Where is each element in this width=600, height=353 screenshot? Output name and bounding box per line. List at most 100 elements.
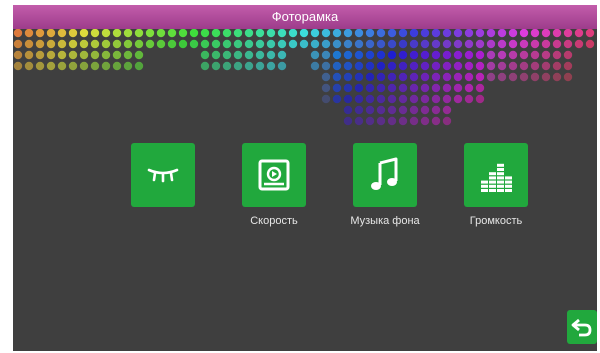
decorative-dot <box>24 29 34 38</box>
decorative-dot <box>376 116 386 126</box>
decorative-dot <box>68 39 78 49</box>
decorative-dot <box>497 61 507 71</box>
decorative-dot <box>134 61 144 71</box>
decorative-dot <box>277 61 287 71</box>
decorative-dot <box>552 29 562 38</box>
decorative-dot <box>475 94 485 104</box>
decorative-dot <box>277 50 287 60</box>
decorative-dot <box>222 39 232 49</box>
decorative-dot <box>101 39 111 49</box>
decorative-dot <box>497 72 507 82</box>
decorative-dot <box>79 50 89 60</box>
decorative-dot <box>431 83 441 93</box>
decorative-dot <box>112 29 122 38</box>
decorative-dot <box>409 29 419 38</box>
decorative-dot <box>365 29 375 38</box>
decorative-dot <box>376 50 386 60</box>
decorative-dot <box>112 61 122 71</box>
decorative-dot <box>497 50 507 60</box>
decorative-dot <box>233 61 243 71</box>
decorative-dot <box>530 72 540 82</box>
decorative-dot <box>420 116 430 126</box>
decorative-dot <box>563 50 573 60</box>
decorative-dot <box>486 61 496 71</box>
menu-item-music[interactable]: Музыка фона <box>335 143 435 227</box>
decorative-dot <box>233 39 243 49</box>
decorative-dot <box>123 29 133 38</box>
decorative-dot <box>13 61 23 71</box>
decorative-dot <box>156 39 166 49</box>
decorative-dot <box>354 29 364 38</box>
decorative-dot <box>398 29 408 38</box>
decorative-dot <box>244 61 254 71</box>
equalizer-bar-segment <box>497 184 504 188</box>
decorative-dot <box>409 94 419 104</box>
decorative-dot <box>508 61 518 71</box>
decorative-dot <box>431 116 441 126</box>
equalizer-bar-segment <box>497 189 504 192</box>
decorative-dot <box>387 50 397 60</box>
decorative-dot <box>475 29 485 38</box>
decorative-dot <box>46 29 56 38</box>
decorative-dot <box>431 61 441 71</box>
decorative-dot <box>211 39 221 49</box>
volume-tile[interactable] <box>464 143 528 207</box>
decorative-dot <box>376 72 386 82</box>
decorative-dot <box>255 39 265 49</box>
decorative-dot <box>376 83 386 93</box>
speed-tile[interactable] <box>242 143 306 207</box>
decorative-dot <box>376 29 386 38</box>
decorative-dot <box>343 105 353 115</box>
decorative-dot <box>365 83 375 93</box>
decorative-dot <box>453 61 463 71</box>
equalizer-bar-segment <box>497 180 504 184</box>
decorative-dot <box>398 83 408 93</box>
decorative-dot <box>563 61 573 71</box>
decorative-dot <box>244 39 254 49</box>
screensaver-tile[interactable] <box>131 143 195 207</box>
decorative-dot <box>453 39 463 49</box>
decorative-dot <box>200 61 210 71</box>
decorative-dot <box>343 94 353 104</box>
decorative-dot <box>343 83 353 93</box>
decorative-dot <box>343 116 353 126</box>
decorative-dot <box>354 105 364 115</box>
menu-item-screensaver[interactable] <box>113 143 213 215</box>
decorative-dot <box>354 116 364 126</box>
decorative-dot <box>475 39 485 49</box>
decorative-dot <box>343 50 353 60</box>
equalizer-bar-segment <box>497 172 504 176</box>
title-bar: Фоторамка <box>13 5 597 29</box>
decorative-dot <box>90 29 100 38</box>
decorative-dot <box>255 61 265 71</box>
decorative-dot <box>167 39 177 49</box>
decorative-dot <box>321 50 331 60</box>
decorative-dot <box>13 50 23 60</box>
decorative-dot <box>409 50 419 60</box>
decorative-dot <box>233 50 243 60</box>
back-button[interactable] <box>567 310 597 344</box>
menu-item-speed[interactable]: Скорость <box>224 143 324 227</box>
decorative-dot <box>343 72 353 82</box>
decorative-dot <box>123 39 133 49</box>
decorative-dot <box>189 29 199 38</box>
decorative-dot <box>189 39 199 49</box>
music-tile[interactable] <box>353 143 417 207</box>
decorative-dot <box>585 39 595 49</box>
decorative-dot <box>35 61 45 71</box>
menu-item-volume[interactable]: Громкость <box>446 143 546 227</box>
decorative-dot <box>464 50 474 60</box>
volume-label: Громкость <box>469 215 523 227</box>
decorative-dot <box>24 61 34 71</box>
decorative-dot <box>90 39 100 49</box>
decorative-dot <box>222 29 232 38</box>
decorative-dot <box>112 39 122 49</box>
decorative-dot <box>541 39 551 49</box>
decorative-dot <box>145 29 155 38</box>
music-note-icon <box>371 157 398 190</box>
decorative-dot <box>376 105 386 115</box>
back-arrow-icon <box>571 318 592 337</box>
decorative-dot <box>299 29 309 38</box>
decorative-dot <box>442 72 452 82</box>
decorative-dot <box>365 39 375 49</box>
